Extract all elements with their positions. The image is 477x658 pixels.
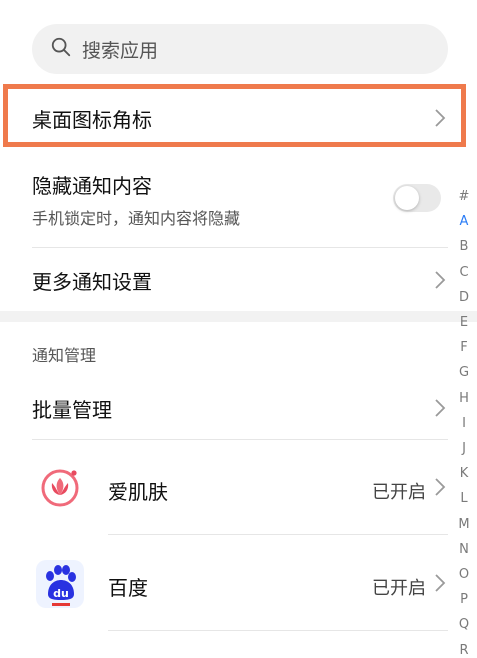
index-letter[interactable]: L [460, 486, 467, 511]
chevron-right-icon [432, 397, 448, 419]
hide-notification-toggle[interactable] [393, 184, 441, 212]
more-notification-settings-row[interactable]: 更多通知设置 [32, 258, 448, 302]
index-letter[interactable]: D [459, 285, 469, 310]
hide-notification-content-row: 隐藏通知内容 手机锁定时，通知内容将隐藏 [32, 170, 448, 230]
index-letter[interactable]: M [458, 512, 469, 537]
chevron-right-icon [432, 572, 448, 594]
index-letter[interactable]: J [462, 436, 466, 461]
index-letter[interactable]: E [460, 310, 468, 335]
chevron-right-icon [432, 107, 448, 129]
index-letter[interactable]: G [459, 360, 469, 385]
chevron-right-icon [432, 269, 448, 291]
index-letter[interactable]: Q [459, 612, 469, 637]
index-letter[interactable]: A [460, 209, 469, 234]
alphabet-index[interactable]: # A B C D E F G H I J K L M N O P Q R [456, 184, 472, 658]
divider [108, 630, 448, 631]
search-placeholder: 搜索应用 [82, 39, 159, 62]
desktop-icon-badge-row[interactable]: 桌面图标角标 [32, 96, 448, 140]
divider [108, 534, 448, 535]
section-gap [0, 311, 477, 322]
hide-notification-subtitle: 手机锁定时，通知内容将隐藏 [32, 209, 241, 228]
index-letter[interactable]: P [460, 587, 468, 612]
app-name: 百度 [108, 576, 148, 600]
desktop-icon-badge-title: 桌面图标角标 [32, 107, 152, 132]
more-notification-settings-title: 更多通知设置 [32, 269, 152, 294]
index-letter[interactable]: N [459, 537, 469, 562]
app-name: 爱肌肤 [108, 480, 168, 504]
divider [32, 439, 448, 440]
baidu-app-icon: du [36, 560, 84, 608]
index-letter[interactable]: K [460, 461, 469, 486]
chevron-right-icon [432, 476, 448, 498]
section-label-notification-management: 通知管理 [32, 346, 97, 365]
search-icon [50, 36, 72, 62]
app-status: 已开启 [372, 578, 426, 599]
index-letter[interactable]: O [459, 562, 469, 587]
index-letter[interactable]: R [459, 638, 468, 658]
toggle-knob [395, 186, 419, 210]
app-status: 已开启 [372, 482, 426, 503]
hide-notification-title: 隐藏通知内容 [32, 174, 152, 198]
divider [32, 247, 448, 248]
search-bar[interactable]: 搜索应用 [32, 24, 448, 74]
index-letter[interactable]: C [459, 260, 468, 285]
aijifu-app-icon [36, 464, 84, 512]
batch-management-row[interactable]: 批量管理 [32, 386, 448, 430]
index-letter[interactable]: I [462, 411, 466, 436]
batch-management-title: 批量管理 [32, 397, 112, 422]
index-letter[interactable]: B [460, 234, 469, 259]
index-letter[interactable]: # [459, 184, 470, 209]
svg-text:du: du [53, 587, 69, 600]
index-letter[interactable]: H [459, 386, 469, 411]
index-letter[interactable]: F [460, 335, 467, 360]
